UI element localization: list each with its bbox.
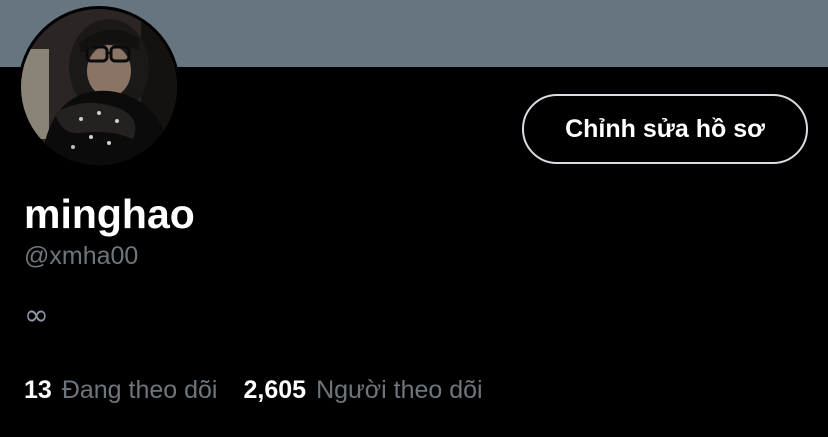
follow-stats: 13 Đang theo dõi 2,605 Người theo dõi — [24, 372, 483, 408]
display-name: minghao — [24, 191, 195, 237]
following-link[interactable]: 13 Đang theo dõi — [24, 372, 218, 408]
following-label: Đang theo dõi — [61, 376, 218, 404]
profile-bio: ∞ — [24, 298, 49, 333]
user-handle: @xmha00 — [24, 242, 139, 270]
followers-count: 2,605 — [243, 376, 307, 404]
following-count: 13 — [24, 376, 52, 404]
profile-header: Chỉnh sửa hồ sơ minghao @xmha00 ∞ 13 Đan… — [0, 0, 828, 437]
edit-profile-button[interactable]: Chỉnh sửa hồ sơ — [522, 94, 808, 164]
followers-label: Người theo dõi — [316, 376, 483, 404]
avatar-photo — [21, 9, 177, 165]
followers-link[interactable]: 2,605 Người theo dõi — [244, 372, 483, 408]
avatar[interactable] — [18, 6, 180, 168]
